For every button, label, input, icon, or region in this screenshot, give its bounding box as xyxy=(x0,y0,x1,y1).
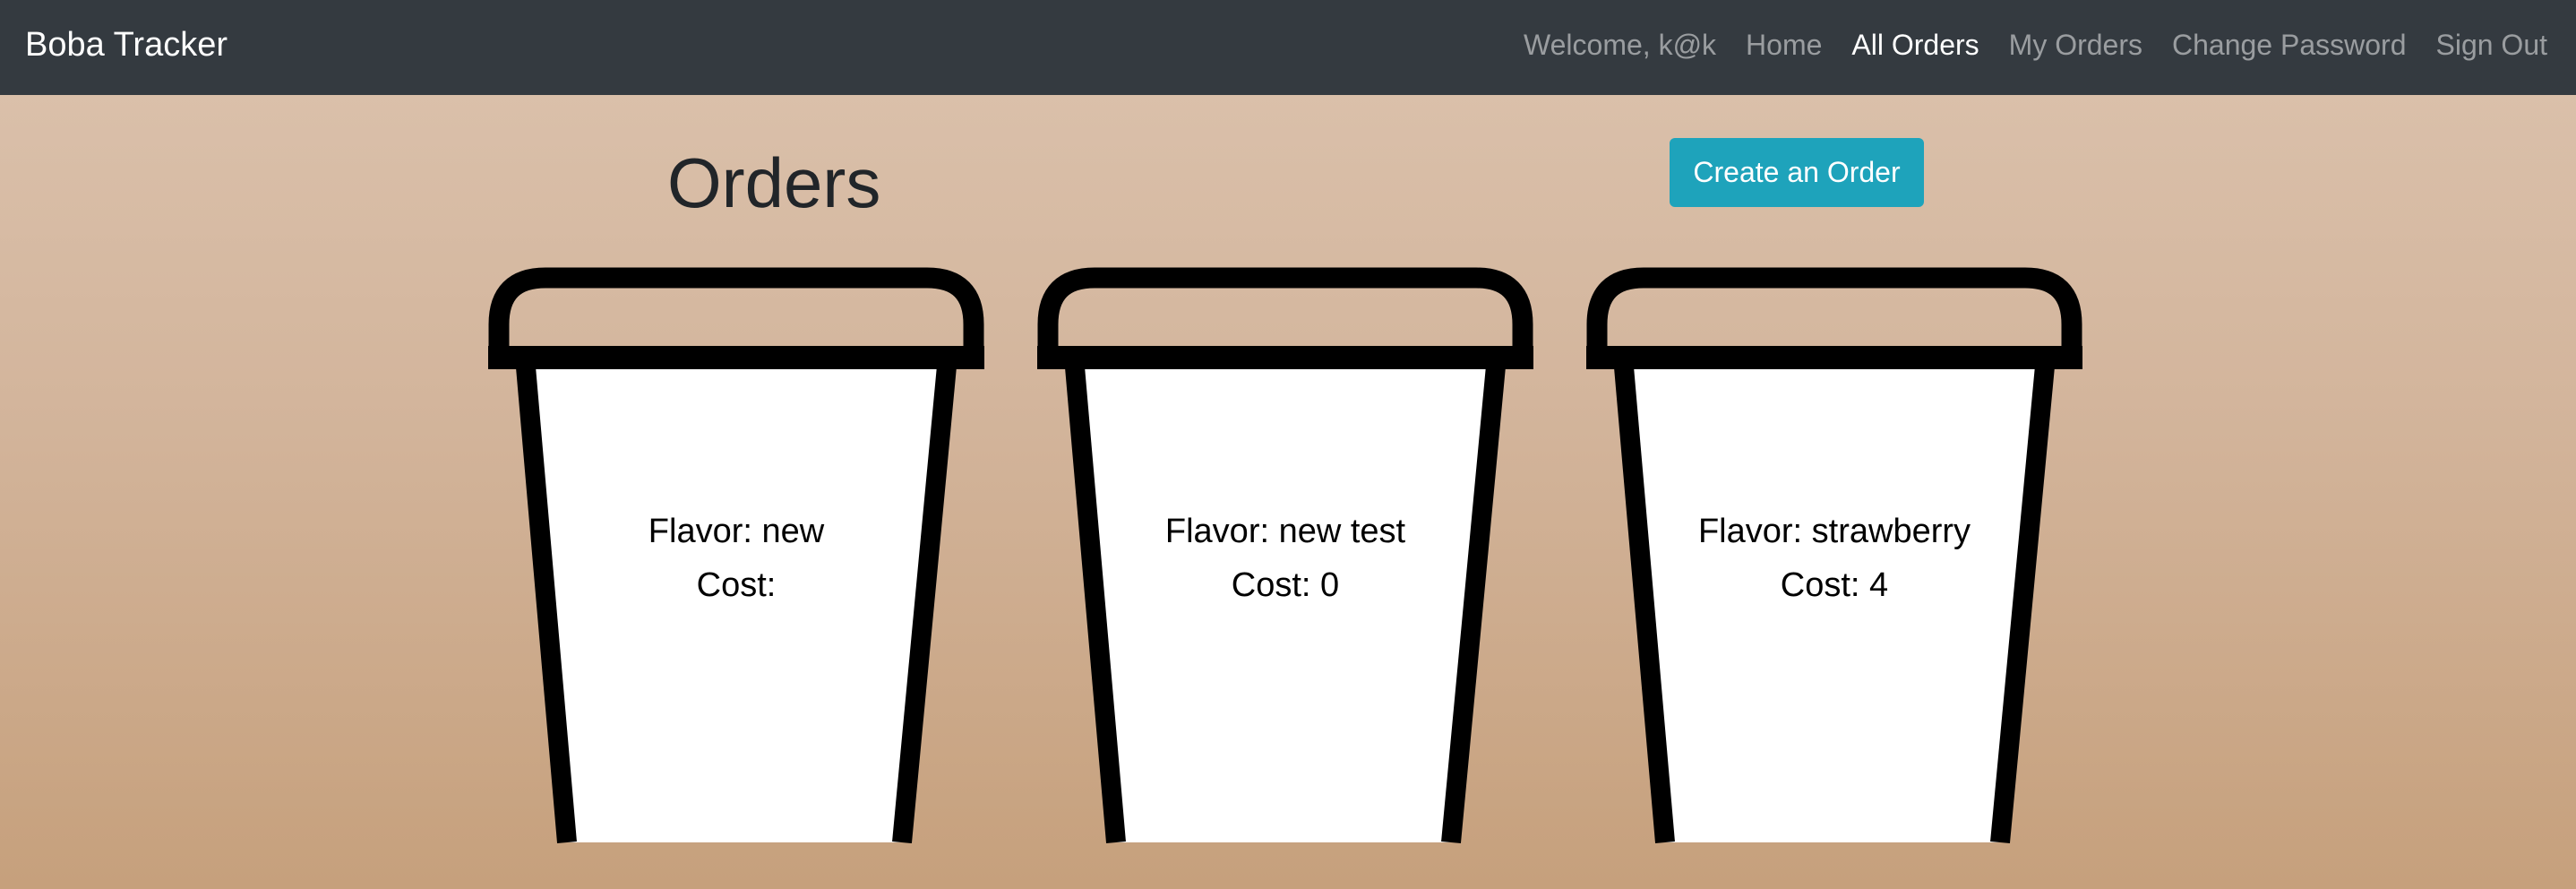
order-flavor: Flavor: new xyxy=(648,513,825,550)
welcome-text: Welcome, k@k xyxy=(1524,29,1717,61)
order-cost: Cost: xyxy=(696,566,777,604)
nav-link-change-password[interactable]: Change Password xyxy=(2172,24,2406,65)
order-flavor: Flavor: new test xyxy=(1164,513,1406,550)
brand-link[interactable]: Boba Tracker xyxy=(25,24,228,65)
order-card[interactable]: Flavor: new Cost: xyxy=(488,267,984,844)
order-details: Flavor: strawberry Cost: 4 xyxy=(1655,505,2014,612)
nav-link-all-orders[interactable]: All Orders xyxy=(1851,24,1979,65)
nav-link-sign-out[interactable]: Sign Out xyxy=(2435,24,2547,65)
order-cost: Cost: 0 xyxy=(1231,566,1340,604)
order-details: Flavor: new Cost: xyxy=(557,505,915,612)
page-title: Orders xyxy=(667,143,881,222)
order-card[interactable]: Flavor: strawberry Cost: 4 xyxy=(1586,267,2082,844)
nav-link-home[interactable]: Home xyxy=(1746,24,1822,65)
navbar: Boba Tracker Welcome, k@k Home All Order… xyxy=(0,0,2576,95)
order-card[interactable]: Flavor: new test Cost: 0 xyxy=(1037,267,1533,844)
order-flavor: Flavor: strawberry xyxy=(1697,513,1971,550)
nav-links: Welcome, k@k Home All Orders My Orders C… xyxy=(1524,24,2547,65)
order-cost: Cost: 4 xyxy=(1780,566,1889,604)
order-details: Flavor: new test Cost: 0 xyxy=(1106,505,1464,612)
nav-link-my-orders[interactable]: My Orders xyxy=(2009,24,2142,65)
create-order-button[interactable]: Create an Order xyxy=(1670,138,1924,207)
